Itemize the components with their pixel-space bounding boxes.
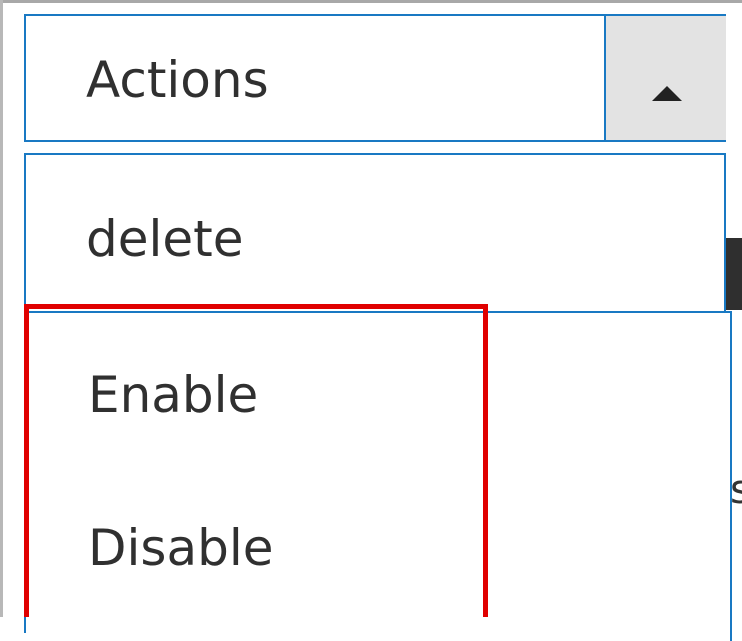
dropdown-toggle-button[interactable] xyxy=(604,16,726,140)
actions-select[interactable]: Actions xyxy=(24,14,726,142)
triangle-up-icon xyxy=(652,86,682,101)
window-left-border xyxy=(0,0,3,617)
actions-label: Actions xyxy=(86,51,269,109)
menu-item-disable[interactable]: Disable xyxy=(88,518,273,578)
actions-dropdown-menu: delete Enable Disable xyxy=(24,153,732,641)
background-dark-edge xyxy=(726,238,742,310)
menu-item-delete[interactable]: delete xyxy=(86,209,244,269)
menu-item-enable[interactable]: Enable xyxy=(88,365,258,425)
menu-subpanel xyxy=(26,311,732,641)
window-top-border xyxy=(0,0,742,3)
clipped-background-text: s xyxy=(730,467,742,513)
